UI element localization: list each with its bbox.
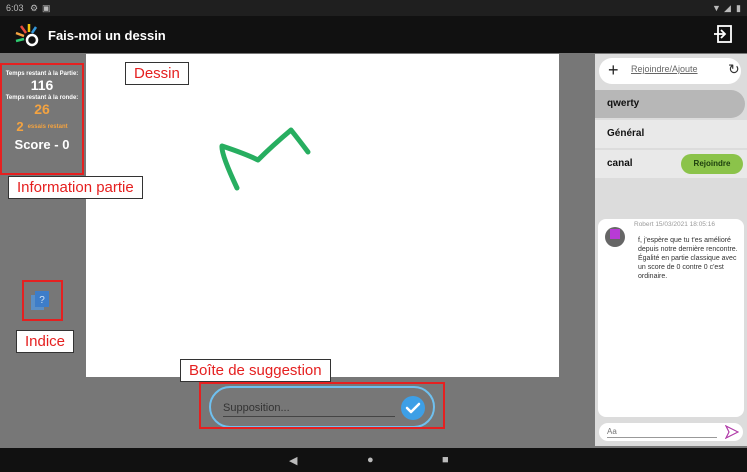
battery-status-icon: ▮ bbox=[736, 3, 741, 13]
recents-icon[interactable]: ■ bbox=[442, 454, 449, 466]
channel-item-canal[interactable]: canal Rejoindre bbox=[595, 150, 747, 178]
wifi-status-icon: ▼ bbox=[712, 3, 721, 13]
add-channel-icon[interactable]: + bbox=[608, 60, 619, 81]
app-title: Fais-moi un dessin bbox=[48, 28, 166, 43]
logout-icon[interactable] bbox=[713, 24, 733, 44]
channel-name: Général bbox=[607, 128, 645, 139]
avatar bbox=[605, 227, 625, 247]
refresh-icon[interactable]: ↻ bbox=[728, 61, 740, 78]
app-bar: Fais-moi un dessin bbox=[0, 16, 747, 53]
system-nav-bar: ◀ ● ■ bbox=[0, 448, 747, 472]
status-time: 6:03 bbox=[6, 3, 24, 13]
app-logo-icon bbox=[15, 24, 39, 47]
channel-item-qwerty[interactable]: qwerty bbox=[595, 90, 745, 118]
annotation-box-suggestion bbox=[199, 382, 445, 429]
annotation-box-indice bbox=[22, 280, 63, 321]
channel-item-general[interactable]: Général bbox=[595, 120, 747, 148]
join-channel-button[interactable]: Rejoindre bbox=[681, 154, 743, 174]
chat-messages: Robert 15/03/2021 18:05:16 f, j'espère q… bbox=[598, 219, 744, 417]
notification-status-icon: ▣ bbox=[42, 3, 51, 13]
annotation-suggestion: Boîte de suggestion bbox=[180, 359, 331, 382]
chat-input-bar bbox=[599, 423, 743, 441]
drawing-stroke bbox=[219, 127, 311, 191]
channel-name: canal bbox=[607, 158, 633, 169]
annotation-dessin: Dessin bbox=[125, 62, 189, 85]
channel-name: qwerty bbox=[607, 98, 640, 109]
signal-status-icon: ◢ bbox=[724, 3, 731, 13]
status-bar: 6:03 ⚙ ▣ ▼ ◢ ▮ bbox=[0, 0, 747, 16]
channel-list: qwerty Général canal Rejoindre bbox=[595, 90, 747, 180]
message-text: f, j'espère que tu t'es amélioré depuis … bbox=[638, 237, 738, 280]
annotation-box-info bbox=[0, 63, 84, 175]
chat-panel: + Rejoindre/Ajoute ↻ qwerty Général cana… bbox=[595, 54, 747, 446]
send-icon[interactable] bbox=[725, 425, 739, 439]
channel-search-input[interactable]: Rejoindre/Ajoute bbox=[631, 64, 698, 74]
chat-input[interactable] bbox=[607, 425, 717, 438]
message-meta: Robert 15/03/2021 18:05:16 bbox=[634, 221, 715, 228]
home-icon[interactable]: ● bbox=[367, 454, 374, 466]
annotation-info: Information partie bbox=[8, 176, 143, 199]
drawing-canvas[interactable] bbox=[86, 54, 559, 377]
back-icon[interactable]: ◀ bbox=[289, 454, 297, 467]
settings-status-icon: ⚙ bbox=[30, 3, 39, 13]
channel-search-bar: + Rejoindre/Ajoute bbox=[599, 58, 741, 84]
annotation-indice: Indice bbox=[16, 330, 75, 353]
